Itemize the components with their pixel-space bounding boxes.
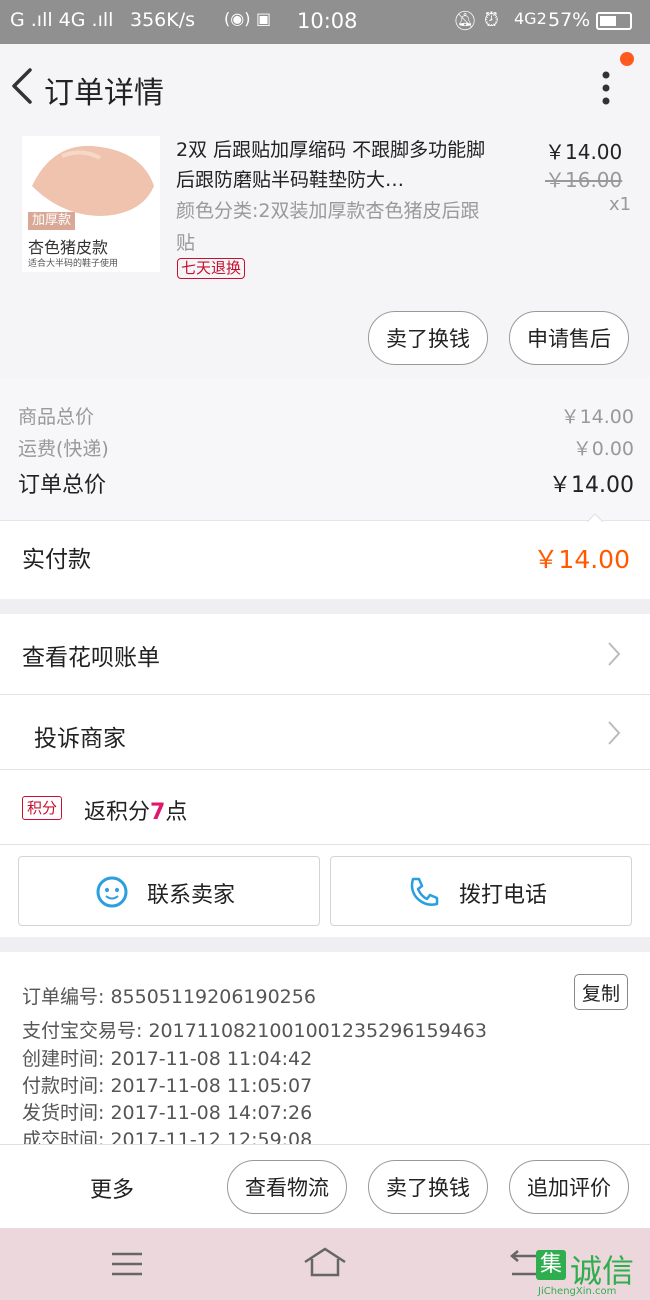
- battery-icon: [596, 12, 632, 30]
- network-type: 4G2: [514, 9, 547, 28]
- order-info-section: 订单编号: 85505119206190256 支付宝交易号: 20171108…: [0, 952, 650, 1144]
- chevron-right-icon: [608, 642, 621, 666]
- created-time: 创建时间: 2017-11-08 11:04:42: [22, 1048, 313, 1070]
- thumb-tag: 加厚款: [28, 212, 76, 230]
- contact-seller-label: 联系卖家: [147, 883, 236, 908]
- watermark-url: JiChengXin.com: [538, 1286, 617, 1297]
- back-arrow-icon[interactable]: [8, 66, 36, 106]
- back-nav-icon[interactable]: [508, 1250, 538, 1278]
- order-total-value: ￥14.00: [549, 473, 634, 498]
- product-thumbnail[interactable]: 加厚款 杏色猪皮款 适合大半码的鞋子使用: [22, 136, 160, 272]
- thumb-caption: 杏色猪皮款: [28, 238, 109, 257]
- seven-day-return-badge: 七天退换: [177, 258, 246, 279]
- view-logistics-button[interactable]: 查看物流: [227, 1160, 347, 1214]
- alipay-trade-number: 支付宝交易号: 2017110821001001235296159463: [22, 1020, 487, 1042]
- menu-icon[interactable]: [110, 1250, 144, 1278]
- home-icon[interactable]: [303, 1246, 347, 1278]
- caret-up-icon: [587, 513, 603, 522]
- chevron-right-icon: [608, 721, 621, 745]
- paid-time: 付款时间: 2017-11-08 11:05:07: [22, 1075, 313, 1097]
- order-number[interactable]: 订单编号: 85505119206190256: [22, 982, 316, 1009]
- signal-text: G .ıll 4G .ıll: [10, 9, 114, 31]
- goods-total-value: ￥14.00: [560, 406, 634, 428]
- hotspot-icon: (◉): [224, 9, 251, 28]
- status-bar: G .ıll 4G .ıll 356K/s (◉) ▣ 10:08 🔕︎ ⏰︎ …: [0, 0, 650, 44]
- points-count: 7: [150, 800, 166, 825]
- completed-time: 成交时间: 2017-11-12 12:59:08: [22, 1129, 313, 1144]
- complaint-row[interactable]: 投诉商家: [0, 695, 650, 769]
- contact-seller-button[interactable]: 联系卖家: [18, 856, 320, 926]
- product-quantity: x1: [609, 194, 632, 215]
- goods-total-label: 商品总价: [18, 406, 95, 428]
- huabei-bill-label: 查看花呗账单: [22, 645, 160, 671]
- apply-aftersale-button[interactable]: 申请售后: [509, 311, 629, 365]
- points-text: 返积分7点: [84, 794, 187, 826]
- taobao-icon: ▣: [256, 9, 272, 28]
- points-badge: 积分: [22, 796, 63, 820]
- paid-value: ￥14.00: [533, 545, 630, 574]
- product-attributes: 颜色分类:2双装加厚款杏色猪皮后跟贴: [176, 200, 480, 254]
- paid-label: 实付款: [22, 547, 91, 573]
- chat-bubble-icon: [96, 876, 128, 908]
- product-price: ￥14.00: [545, 140, 623, 164]
- watermark-logo-mark: 集: [536, 1250, 566, 1280]
- phone-icon: [410, 877, 439, 906]
- sell-for-cash-button[interactable]: 卖了换钱: [368, 311, 488, 365]
- add-review-button[interactable]: 追加评价: [509, 1160, 629, 1214]
- shipping-label: 运费(快递): [18, 438, 109, 460]
- more-options-icon[interactable]: [596, 70, 616, 106]
- page-title: 订单详情: [44, 76, 164, 111]
- call-phone-label: 拨打电话: [459, 883, 548, 908]
- copy-order-number-button[interactable]: 复制: [574, 974, 628, 1010]
- order-total-label: 订单总价: [18, 473, 107, 498]
- more-button[interactable]: 更多: [90, 1172, 134, 1204]
- product-title[interactable]: 2双 后跟贴加厚缩码 不跟脚多功能脚后跟防磨贴半码鞋垫防大…: [176, 135, 496, 195]
- status-time: 10:08: [297, 9, 358, 33]
- alarm-icon: ⏰︎: [484, 9, 499, 31]
- battery-percent: 57%: [548, 9, 591, 31]
- net-speed: 356K/s: [130, 9, 196, 31]
- points-suffix: 点: [165, 800, 188, 825]
- sell-for-cash-button-bottom[interactable]: 卖了换钱: [368, 1160, 488, 1214]
- shipped-time: 发货时间: 2017-11-08 14:07:26: [22, 1102, 313, 1124]
- huabei-bill-row[interactable]: 查看花呗账单: [0, 614, 650, 694]
- complaint-label: 投诉商家: [34, 726, 126, 752]
- call-phone-button[interactable]: 拨打电话: [330, 856, 632, 926]
- shipping-value: ￥0.00: [572, 438, 634, 460]
- mute-icon: 🔕︎: [453, 10, 478, 32]
- points-prefix: 返积分: [84, 800, 151, 825]
- product-original-price: ￥16.00: [545, 168, 623, 192]
- notification-dot: [620, 52, 634, 66]
- thumb-sub: 适合大半码的鞋子使用: [28, 259, 119, 269]
